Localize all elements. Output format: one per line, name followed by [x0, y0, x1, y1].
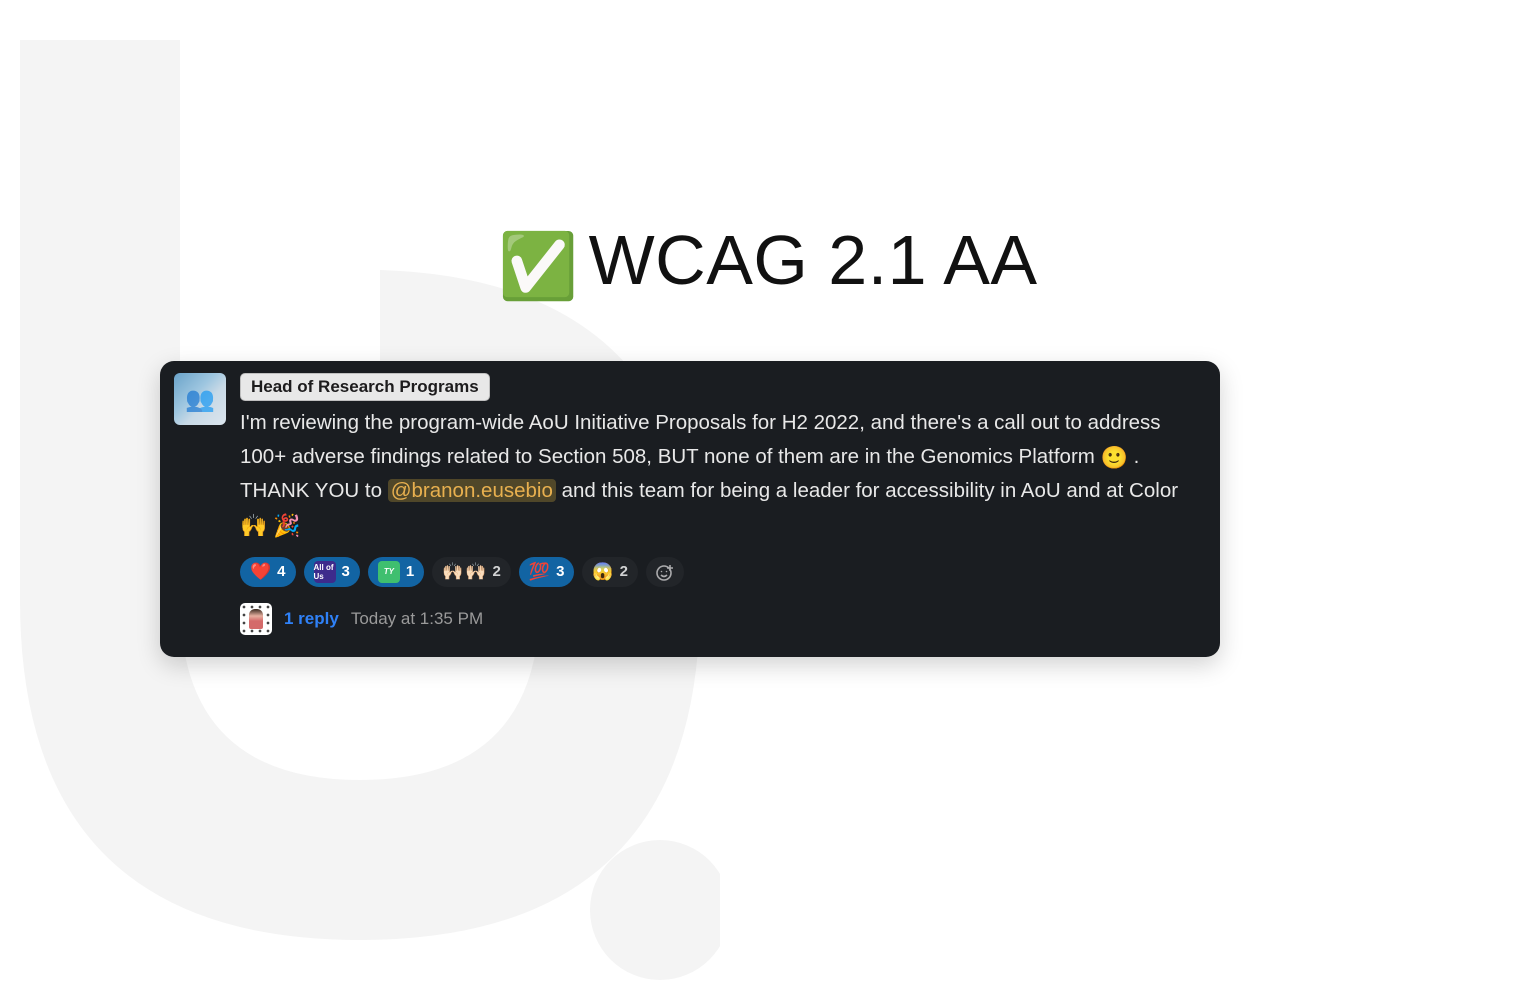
author-avatar[interactable] [174, 373, 226, 425]
reaction-count: 3 [342, 563, 350, 580]
reply-avatar [240, 603, 272, 635]
reaction-custom-icon: TY [378, 561, 400, 583]
party-icon: 🎉 [273, 513, 300, 538]
reaction-count: 1 [406, 563, 414, 580]
reaction-custom-icon: All of Us [314, 561, 336, 583]
reaction-emoji-icon: ❤️ [250, 563, 271, 580]
raised-hands-icon: 🙌 [240, 513, 267, 538]
reaction-emoji-icon: 🙌🏻🙌🏻 [442, 563, 486, 580]
reaction-pill[interactable]: 😱2 [582, 557, 638, 587]
reaction-pill[interactable]: All of Us 3 [304, 557, 360, 587]
page-headline: ✅WCAG 2.1 AA [0, 220, 1536, 304]
message-text: I'm reviewing the program-wide AoU Initi… [240, 407, 1202, 543]
add-reaction-button[interactable] [646, 557, 684, 587]
reaction-emoji-icon: 😱 [592, 563, 613, 580]
user-mention[interactable]: @branon.eusebio [388, 479, 556, 502]
slack-message-card: Head of Research Programs I'm reviewing … [160, 361, 1220, 657]
thread-summary[interactable]: 1 reply Today at 1:35 PM [240, 603, 1202, 635]
reaction-count: 4 [277, 563, 285, 580]
reaction-count: 2 [620, 563, 628, 580]
reaction-emoji-icon: 💯 [529, 563, 550, 580]
reaction-count: 3 [556, 563, 564, 580]
reply-timestamp: Today at 1:35 PM [351, 609, 483, 629]
reactions-bar: ❤️4All of Us3TY1🙌🏻🙌🏻2💯3😱2 [240, 557, 1202, 587]
reaction-pill[interactable]: TY 1 [368, 557, 424, 587]
reaction-pill[interactable]: ❤️ 4 [240, 557, 296, 587]
check-icon: ✅ [498, 230, 578, 302]
reply-count-link[interactable]: 1 reply [284, 609, 339, 629]
headline-text: WCAG 2.1 AA [589, 221, 1038, 299]
reaction-pill[interactable]: 🙌🏻🙌🏻 2 [432, 557, 511, 587]
author-role-badge: Head of Research Programs [240, 373, 490, 401]
reaction-pill[interactable]: 💯3 [519, 557, 575, 587]
reaction-count: 2 [493, 563, 501, 580]
smile-icon: 🙂 [1101, 445, 1128, 470]
